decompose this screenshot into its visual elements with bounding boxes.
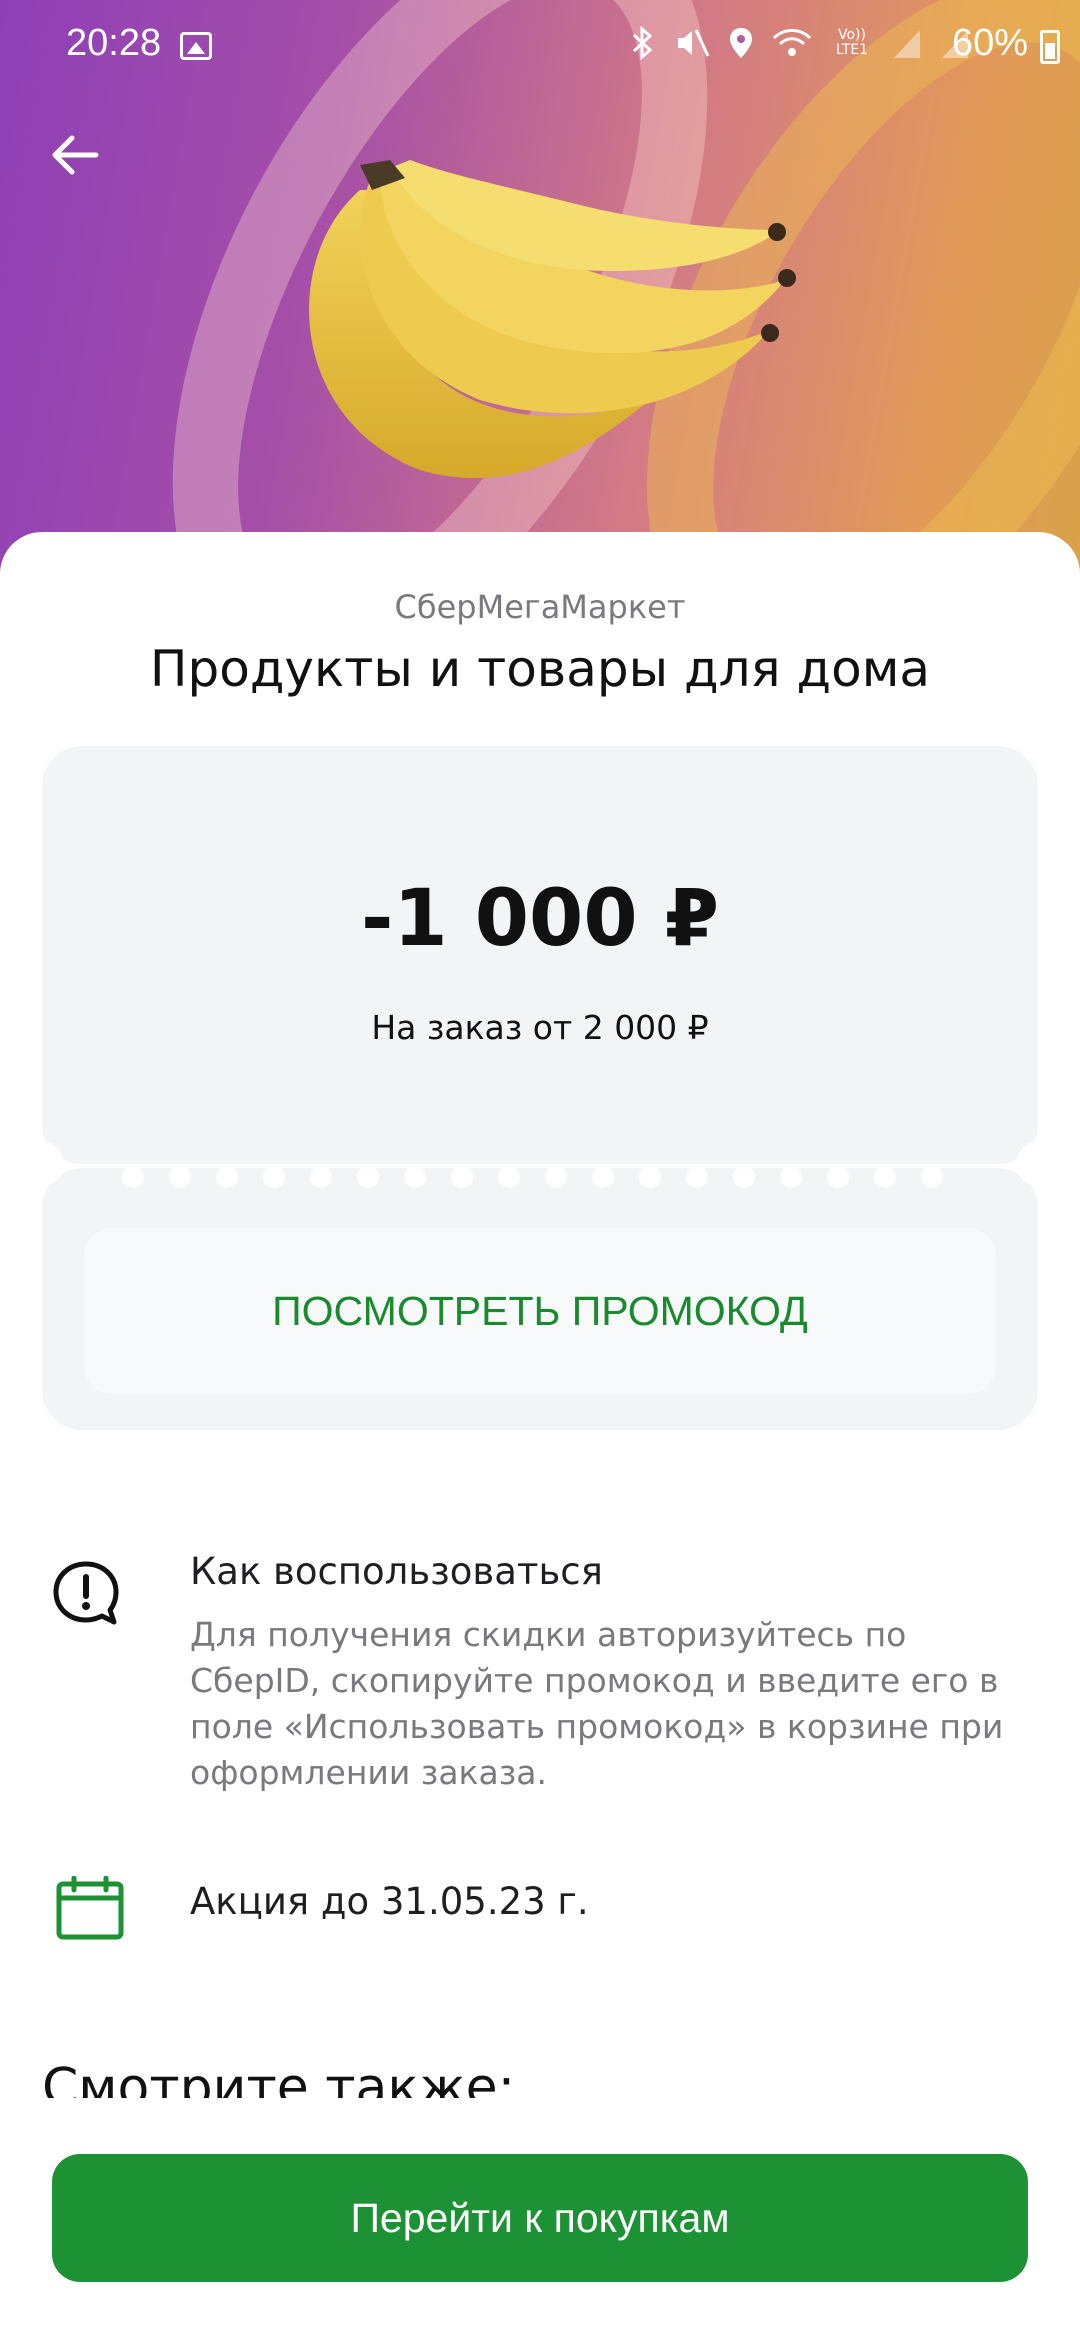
promo-ticket: -1 000 ₽ На заказ от 2 000 ₽ ПОСМОТРЕТЬ …: [20, 746, 1060, 1430]
calendar-icon: [56, 1876, 124, 1940]
how-to-title: Как воспользоваться: [190, 1550, 603, 1593]
ticket-top: -1 000 ₽ На заказ от 2 000 ₽: [42, 746, 1038, 1164]
arrow-left-icon: [52, 135, 99, 175]
signal-icon: [894, 30, 920, 58]
gallery-icon: [180, 32, 212, 60]
how-to-text: Для получения скидки авторизуйтесь по Сб…: [190, 1615, 1004, 1792]
see-also-heading: Смотрите также:: [42, 2058, 516, 2098]
location-icon: [730, 28, 752, 58]
go-shopping-button[interactable]: Перейти к покупкам: [52, 2154, 1028, 2282]
battery-icon: [1040, 30, 1060, 64]
mute-icon: [678, 29, 710, 57]
show-promocode-button[interactable]: ПОСМОТРЕТЬ ПРОМОКОД: [84, 1228, 996, 1394]
store-name: СберМегаМаркет: [394, 588, 686, 626]
status-bar: 20:28 Vo)) LTE1 60%: [0, 0, 1080, 96]
wifi-icon: [772, 29, 812, 56]
page-title: Продукты и товары для дома: [149, 640, 931, 698]
status-icons: Vo)) LTE1: [630, 26, 970, 60]
alert-chat-icon: [53, 1561, 119, 1625]
volte-icon: Vo)) LTE1: [835, 27, 869, 58]
status-time: 20:28: [66, 22, 162, 64]
discount-condition: На заказ от 2 000 ₽: [371, 1008, 709, 1047]
ticket-notch: [1016, 1142, 1060, 1186]
ticket-notch: [20, 1142, 64, 1186]
battery-percent: 60%: [951, 22, 1028, 64]
back-button[interactable]: [40, 120, 110, 190]
discount-amount: -1 000 ₽: [360, 874, 720, 964]
ticket-perforation: [122, 1166, 943, 1188]
bluetooth-icon: [632, 26, 653, 60]
validity-text: Акция до 31.05.23 г.: [190, 1880, 589, 1923]
